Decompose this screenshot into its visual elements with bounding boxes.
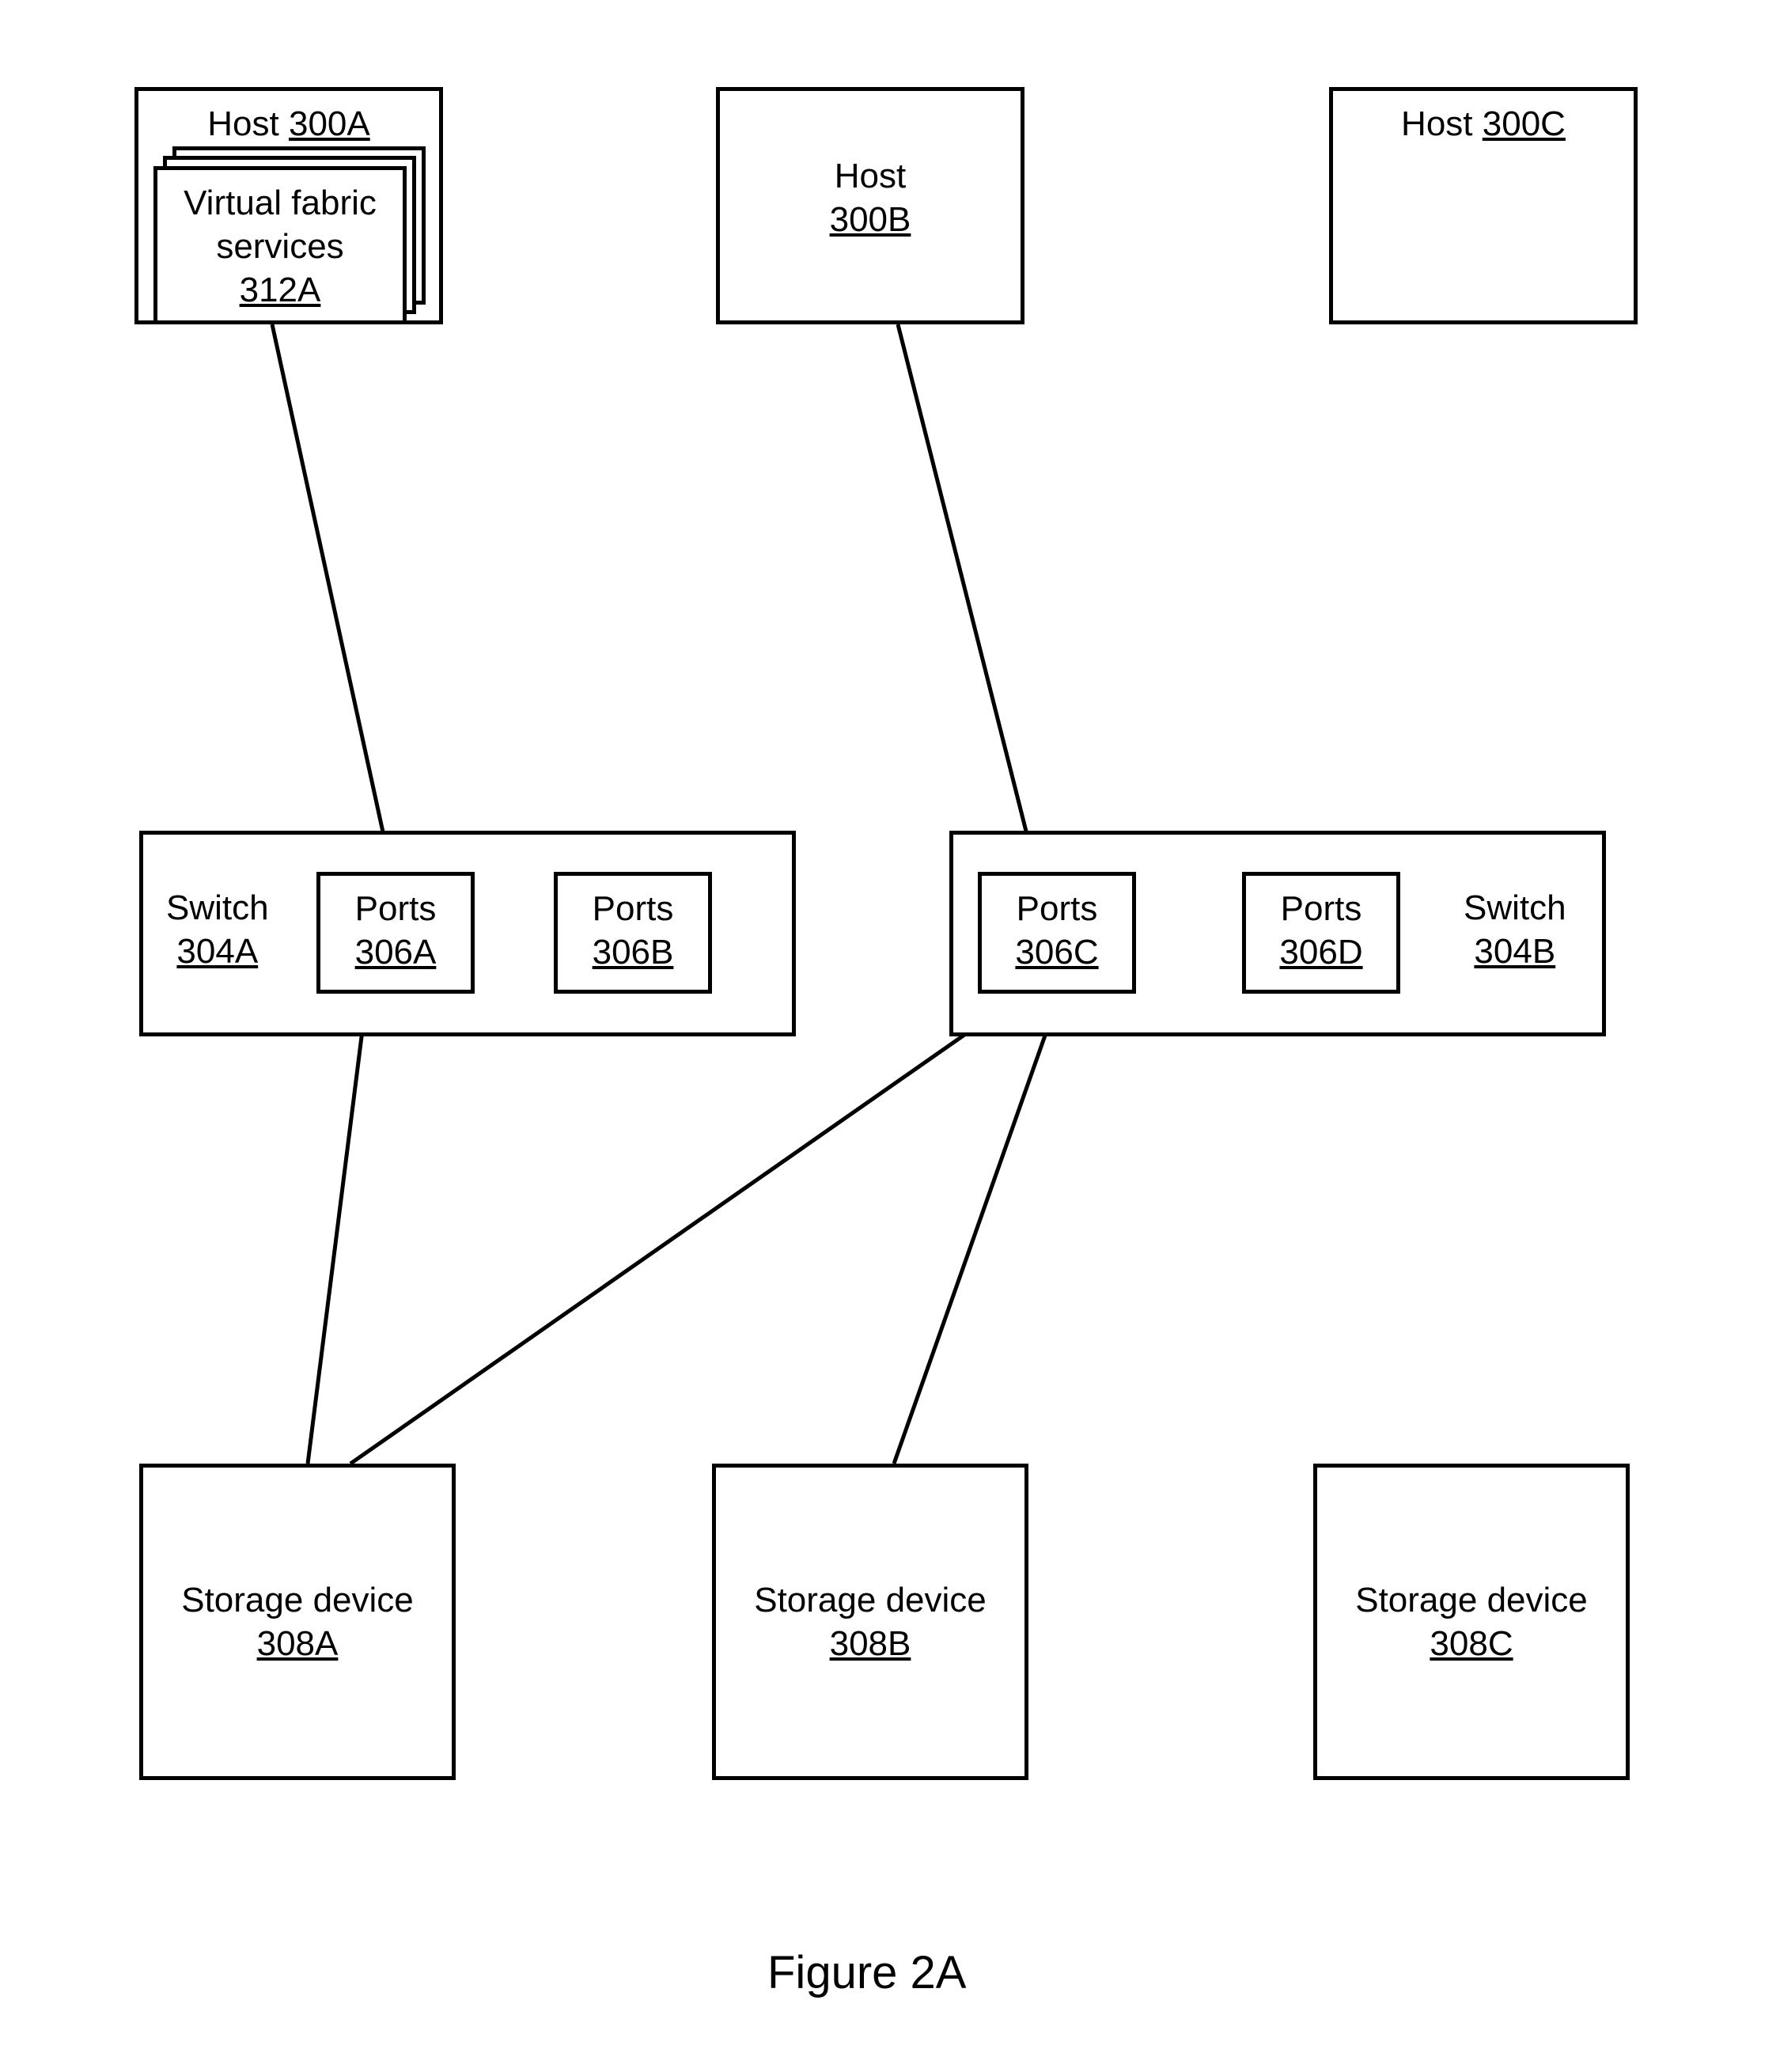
host-c-box: Host 300C <box>1329 87 1638 324</box>
host-a-prefix: Host <box>207 104 289 143</box>
virtual-fabric-services-box: Virtual fabric services 312A <box>153 166 407 324</box>
storage-a-box: Storage device 308A <box>139 1464 456 1780</box>
switch-a-ref: 304A <box>166 930 269 973</box>
ports-a-ref: 306A <box>320 930 471 974</box>
storage-a-ref: 308A <box>143 1622 452 1665</box>
vfs-title-line1: Virtual fabric <box>157 181 403 225</box>
host-b-box: Host 300B <box>716 87 1024 324</box>
storage-b-ref: 308B <box>716 1622 1024 1665</box>
host-b-title: Host <box>720 154 1021 198</box>
figure-caption: Figure 2A <box>767 1946 966 1999</box>
storage-b-title: Storage device <box>716 1578 1024 1622</box>
storage-c-title: Storage device <box>1317 1578 1626 1622</box>
host-b-ref: 300B <box>720 198 1021 241</box>
ports-b-ref: 306B <box>558 930 708 974</box>
ports-d-ref: 306D <box>1246 930 1396 974</box>
ports-c-box: Ports 306C <box>978 872 1136 994</box>
switch-b-ref: 304B <box>1464 930 1566 973</box>
switch-a-title: Switch 304A <box>166 886 269 973</box>
ports-d-box: Ports 306D <box>1242 872 1400 994</box>
host-c-prefix: Host <box>1401 104 1483 143</box>
ports-d-title: Ports <box>1246 887 1396 930</box>
host-a-title: Host 300A <box>138 102 439 146</box>
switch-b-title: Switch 304B <box>1464 886 1566 973</box>
vfs-title-line2: services <box>157 225 403 268</box>
host-c-title: Host 300C <box>1333 102 1634 146</box>
switch-b-title-text: Switch <box>1464 886 1566 930</box>
ports-c-title: Ports <box>982 887 1132 930</box>
storage-a-title: Storage device <box>143 1578 452 1622</box>
host-a-ref: 300A <box>289 104 370 143</box>
vfs-ref: 312A <box>157 268 403 312</box>
ports-a-title: Ports <box>320 887 471 930</box>
ports-b-box: Ports 306B <box>554 872 712 994</box>
host-c-ref: 300C <box>1483 104 1566 143</box>
ports-a-box: Ports 306A <box>316 872 475 994</box>
storage-c-ref: 308C <box>1317 1622 1626 1665</box>
ports-b-title: Ports <box>558 887 708 930</box>
ports-c-ref: 306C <box>982 930 1132 974</box>
switch-a-title-text: Switch <box>166 886 269 930</box>
diagram-canvas: Host 300A Virtual fabric services 312A H… <box>0 0 1780 2072</box>
storage-b-box: Storage device 308B <box>712 1464 1028 1780</box>
storage-c-box: Storage device 308C <box>1313 1464 1630 1780</box>
